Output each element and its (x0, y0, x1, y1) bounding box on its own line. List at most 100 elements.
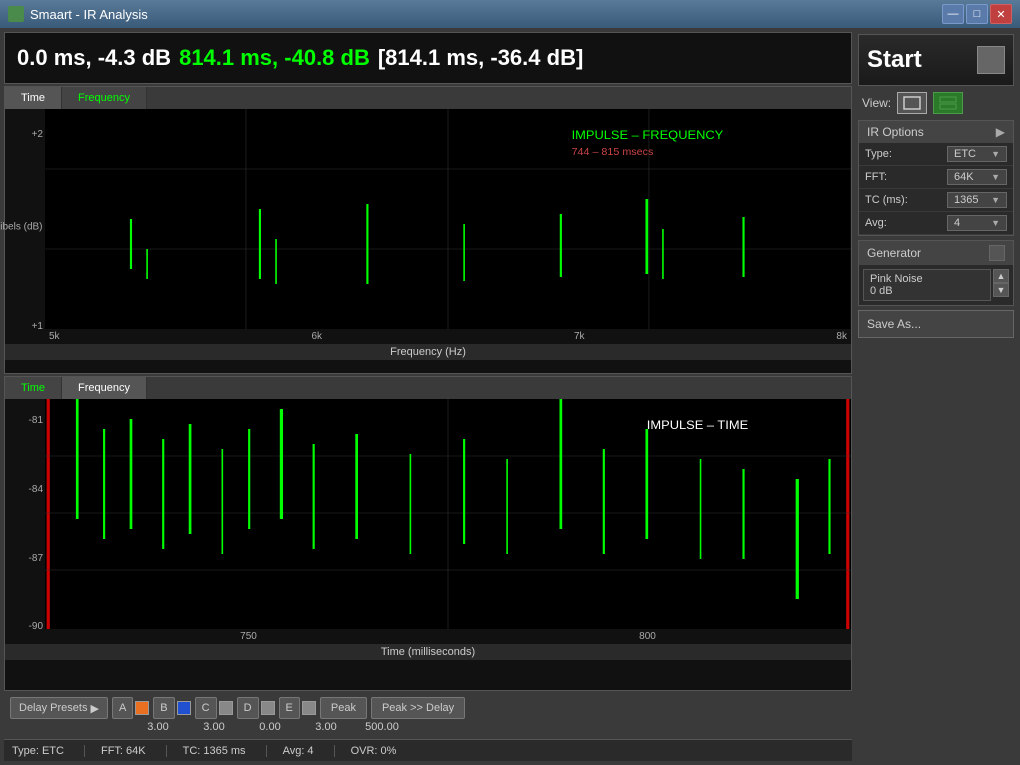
delay-presets-button[interactable]: Delay Presets ▶ (10, 697, 108, 719)
generator-panel: Generator Pink Noise 0 dB ▲ ▼ (858, 240, 1014, 306)
start-label: Start (867, 46, 922, 74)
x-tick-6k: 6k (311, 331, 322, 342)
delay-group-c: C (195, 697, 233, 719)
delay-group-b: B (153, 697, 190, 719)
generator-label: Generator (867, 246, 921, 260)
top-x-ticks: 5k 6k 7k 8k (45, 329, 851, 344)
gen-scroll: ▲ ▼ (993, 269, 1009, 301)
gen-scroll-down[interactable]: ▼ (993, 283, 1009, 297)
view-single-button[interactable] (897, 92, 927, 114)
bottom-x-axis-label: Time (milliseconds) (5, 644, 851, 660)
maximize-button[interactable]: □ (966, 4, 988, 24)
y-tick-label-87: -87 (7, 553, 43, 564)
ir-options-header[interactable]: IR Options ▶ (859, 121, 1013, 143)
fft-value: 64K (954, 171, 974, 183)
tc-dropdown-arrow: ▼ (991, 195, 1000, 205)
start-square-icon (977, 46, 1005, 74)
window-controls: — □ ✕ (942, 4, 1012, 24)
type-row: Type: ETC ▼ (859, 143, 1013, 166)
avg-value: 4 (954, 217, 960, 229)
y-tick-label-81: -81 (7, 415, 43, 426)
type-dropdown-arrow: ▼ (991, 149, 1000, 159)
minimize-button[interactable]: — (942, 4, 964, 24)
tc-dropdown[interactable]: 1365 ▼ (947, 192, 1007, 208)
save-as-button[interactable]: Save As... (858, 310, 1014, 338)
view-dual-button[interactable] (933, 92, 963, 114)
delay-group-d: D (237, 697, 275, 719)
bottom-chart-svg: IMPULSE – TIME (45, 399, 851, 629)
delay-e-value: 500.00 (356, 721, 408, 733)
y-tick-label: +2 (7, 129, 43, 140)
avg-dropdown-arrow: ▼ (991, 218, 1000, 228)
generator-toggle[interactable] (989, 245, 1005, 261)
delay-b-value: 3.00 (188, 721, 240, 733)
avg-dropdown[interactable]: 4 ▼ (947, 215, 1007, 231)
delay-presets-label: Delay Presets (19, 702, 87, 714)
top-chart-inner: +2 Decibels (dB) +1 (5, 109, 851, 344)
delay-e-button[interactable]: E (279, 697, 300, 719)
close-button[interactable]: ✕ (990, 4, 1012, 24)
delay-c-color (219, 701, 233, 715)
app-title: Smaart - IR Analysis (30, 7, 148, 22)
svg-text:IMPULSE – FREQUENCY: IMPULSE – FREQUENCY (572, 128, 724, 141)
start-button[interactable]: Start (858, 34, 1014, 86)
delay-c-button[interactable]: C (195, 697, 217, 719)
delay-b-button[interactable]: B (153, 697, 174, 719)
fft-dropdown[interactable]: 64K ▼ (947, 169, 1007, 185)
right-panel: Start View: IR Options ▶ Type: (856, 32, 1016, 761)
bottom-chart-plot: IMPULSE – TIME 750 800 (45, 399, 851, 644)
x-tick-750: 750 (240, 631, 257, 642)
avg-key: Avg: (865, 217, 887, 229)
delay-values-row: 3.00 3.00 0.00 3.00 500.00 (10, 721, 846, 733)
delay-a-button[interactable]: A (112, 697, 133, 719)
peak-delay-button[interactable]: Peak >> Delay (371, 697, 465, 719)
y-axis-label: Decibels (dB) (0, 221, 43, 232)
generator-list: Pink Noise 0 dB (863, 269, 991, 301)
main-container: 0.0 ms, -4.3 dB 814.1 ms, -40.8 dB [814.… (0, 28, 1020, 765)
delay-d-button[interactable]: D (237, 697, 259, 719)
top-chart-tabs: Time Frequency (5, 87, 851, 109)
type-dropdown[interactable]: ETC ▼ (947, 146, 1007, 162)
x-tick-5k: 5k (49, 331, 60, 342)
fft-key: FFT: (865, 171, 887, 183)
generator-content: Pink Noise 0 dB ▲ ▼ (859, 265, 1013, 305)
status-ovr: OVR: 0% (351, 745, 417, 757)
bottom-chart-inner: -81 -84 -87 -90 (5, 399, 851, 644)
top-tab-frequency[interactable]: Frequency (62, 87, 147, 109)
delay-b-color (177, 701, 191, 715)
delay-d-value: 3.00 (300, 721, 352, 733)
svg-text:IMPULSE – TIME: IMPULSE – TIME (647, 419, 748, 432)
x-tick-8k: 8k (836, 331, 847, 342)
header-left-text: 0.0 ms, -4.3 dB (17, 45, 171, 71)
top-y-axis: +2 Decibels (dB) +1 (5, 109, 45, 344)
y-tick-label2: +1 (7, 321, 43, 332)
delay-a-value: 3.00 (132, 721, 184, 733)
peak-button[interactable]: Peak (320, 697, 367, 719)
bottom-x-ticks: 750 800 (45, 629, 851, 644)
gen-scroll-up[interactable]: ▲ (993, 269, 1009, 283)
header-green-text: 814.1 ms, -40.8 dB (179, 45, 370, 71)
gen-level: 0 dB (870, 285, 984, 297)
tc-row: TC (ms): 1365 ▼ (859, 189, 1013, 212)
statusbar: Type: ETC FFT: 64K TC: 1365 ms Avg: 4 OV… (4, 739, 852, 761)
delay-presets-arrow: ▶ (90, 702, 98, 715)
app-icon (8, 6, 24, 22)
delay-e-color (302, 701, 316, 715)
avg-row: Avg: 4 ▼ (859, 212, 1013, 235)
status-tc: TC: 1365 ms (183, 745, 267, 757)
top-tab-time[interactable]: Time (5, 87, 62, 109)
status-fft: FFT: 64K (101, 745, 167, 757)
fft-row: FFT: 64K ▼ (859, 166, 1013, 189)
tc-key: TC (ms): (865, 194, 908, 206)
delay-group-e: E (279, 697, 316, 719)
bottom-tab-time[interactable]: Time (5, 377, 62, 399)
top-chart-plot: IMPULSE – FREQUENCY 744 – 815 msecs 5k 6… (45, 109, 851, 344)
view-label: View: (862, 96, 891, 110)
top-x-axis-label: Frequency (Hz) (5, 344, 851, 360)
bottom-tab-frequency[interactable]: Frequency (62, 377, 147, 399)
gen-signal: Pink Noise (870, 273, 984, 285)
header-bracket-text: [814.1 ms, -36.4 dB] (378, 45, 583, 71)
x-tick-7k: 7k (574, 331, 585, 342)
ir-options-arrow: ▶ (996, 125, 1005, 139)
ir-options-label: IR Options (867, 125, 924, 139)
